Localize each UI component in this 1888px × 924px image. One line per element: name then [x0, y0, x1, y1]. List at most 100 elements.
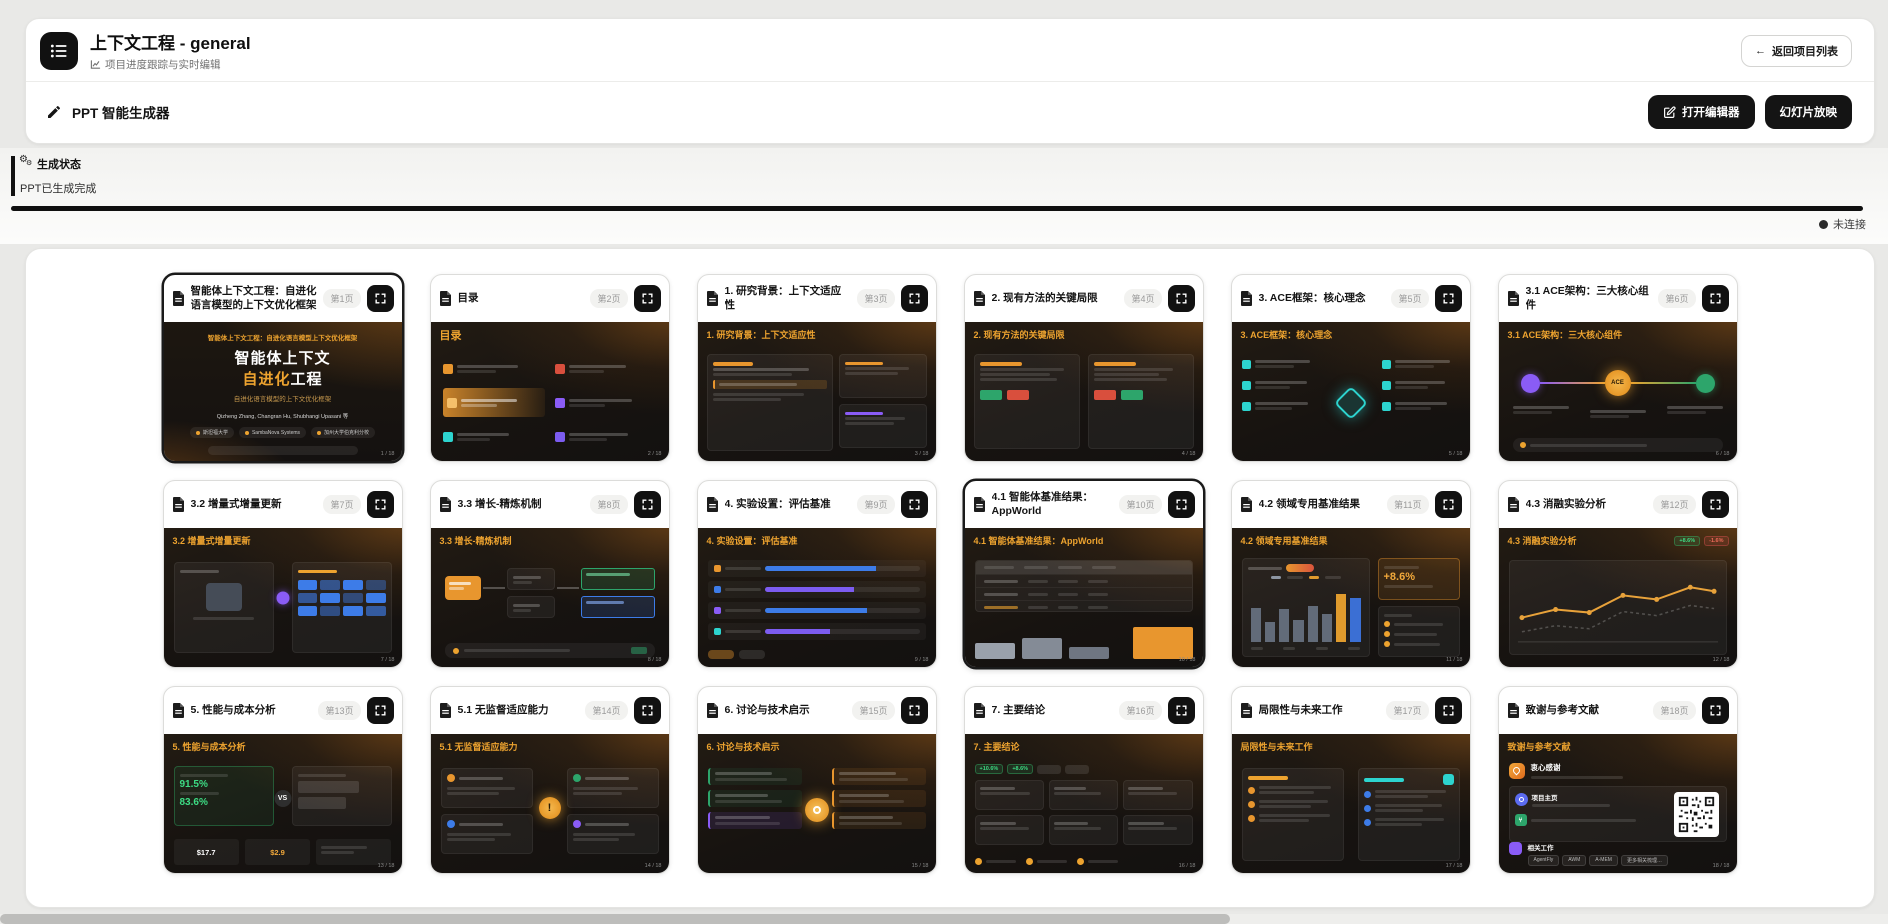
expand-button[interactable]: [1168, 697, 1195, 724]
positive-chip: +10.6%: [975, 764, 1004, 774]
slide-card-4[interactable]: 2. 现有方法的关键局限 第4页 2. 现有方法的关键局限: [964, 274, 1204, 462]
expand-button[interactable]: [1702, 285, 1729, 312]
expand-button[interactable]: [1435, 697, 1462, 724]
slide-card-10[interactable]: 4.1 智能体基准结果：AppWorld 第10页 4.1 智能体基准结果：Ap…: [964, 480, 1204, 668]
slide-card-5[interactable]: 3. ACE框架：核心理念 第5页 3. ACE框架：核心理念 5 / 18: [1231, 274, 1471, 462]
slide-card-17[interactable]: 局限性与未来工作 第17页 局限性与未来工作 17 / 18: [1231, 686, 1471, 874]
slide-thumbnail[interactable]: 致谢与参考文献 衷心感谢 项目主页 ⑂: [1499, 734, 1737, 873]
slideshow-button[interactable]: 幻灯片放映: [1765, 95, 1853, 129]
slide-card-header: 4.3 消融实验分析 第12页: [1499, 481, 1737, 528]
slide-card-header: 4. 实验设置：评估基准 第9页: [698, 481, 936, 528]
slide-card-6[interactable]: 3.1 ACE架构：三大核心组件 第6页 3.1 ACE架构：三大核心组件 AC…: [1498, 274, 1738, 462]
decor-block: [298, 797, 346, 809]
slide-thumbnail[interactable]: 目录 2 / 18: [431, 322, 669, 461]
decor-chip: [1037, 765, 1061, 774]
scrollbar-thumb[interactable]: [0, 914, 1230, 924]
decor-chip-row: [708, 650, 765, 659]
decor-panel: [1378, 606, 1460, 657]
slide-thumbnail[interactable]: 4. 实验设置：评估基准 9 / 18: [698, 528, 936, 667]
expand-button[interactable]: [1168, 491, 1195, 518]
decor-icon: [1382, 381, 1391, 390]
slide-card-3[interactable]: 1. 研究背景：上下文适应性 第3页 1. 研究背景：上下文适应性: [697, 274, 937, 462]
conclusion-chips: +10.6% +8.6%: [975, 764, 1090, 774]
fullscreen-icon: [908, 292, 921, 305]
decor-list: [1242, 358, 1320, 412]
slide-thumbnail[interactable]: 6. 讨论与技术启示 15 / 18: [698, 734, 936, 873]
benchmark-list: [708, 560, 926, 640]
slide-thumbnail[interactable]: 5. 性能与成本分析 91.5% 83.6% VS $17.7 $2.9 13 …: [164, 734, 402, 873]
decor-bar: [715, 816, 771, 819]
slide-card-11[interactable]: 4.2 领域专用基准结果 第11页 4.2 领域专用基准结果: [1231, 480, 1471, 668]
slides-grid: 智能体上下文工程：自进化语言模型的上下文优化框架 第1页 智能体上下文工程：自进…: [26, 249, 1874, 874]
slide-card-2[interactable]: 目录 第2页 目录 2 / 18: [430, 274, 670, 462]
slide-card-16[interactable]: 7. 主要结论 第16页 7. 主要结论 +10.6% +8.6%: [964, 686, 1204, 874]
decor-row: [1242, 400, 1320, 412]
decor-bar: [1024, 566, 1048, 569]
fullscreen-icon: [1175, 704, 1188, 717]
metric-value: +8.6%: [1384, 571, 1454, 583]
slide-card-8[interactable]: 3.3 增长-精炼机制 第8页 3.3 增长-精炼机制 8 / 18: [430, 480, 670, 668]
expand-button[interactable]: [901, 491, 928, 518]
slide-card-9[interactable]: 4. 实验设置：评估基准 第9页 4. 实验设置：评估基准 9 / 18: [697, 480, 937, 668]
expand-button[interactable]: [634, 491, 661, 518]
expand-button[interactable]: [1702, 697, 1729, 724]
expand-button[interactable]: [367, 491, 394, 518]
slide-thumbnail[interactable]: 局限性与未来工作 17 / 18: [1232, 734, 1470, 873]
toc-item-highlighted: [443, 388, 545, 417]
legend-swatch: [1309, 576, 1319, 579]
decor-bar: [1259, 800, 1329, 803]
slide-thumbnail[interactable]: 7. 主要结论 +10.6% +8.6% 16 / 18: [965, 734, 1203, 873]
slide-card-13[interactable]: 5. 性能与成本分析 第13页 5. 性能与成本分析 91.5% 83.6% V…: [163, 686, 403, 874]
slide-card-14[interactable]: 5.1 无监督适应能力 第14页 5.1 无监督适应能力 ! 14 / 18: [430, 686, 670, 874]
slide-thumbnail[interactable]: 4.1 智能体基准结果：AppWorld 10 / 18: [965, 528, 1203, 667]
decor-bar: [1384, 566, 1419, 569]
slide-thumbnail[interactable]: 3. ACE框架：核心理念 5 / 18: [1232, 322, 1470, 461]
slide-thumbnail[interactable]: 5.1 无监督适应能力 ! 14 / 18: [431, 734, 669, 873]
expand-button[interactable]: [634, 285, 661, 312]
slide-thumbnail[interactable]: 2. 现有方法的关键局限 4: [965, 322, 1203, 461]
slide-card-15[interactable]: 6. 讨论与技术启示 第15页 6. 讨论与技术启示 15 / 18: [697, 686, 937, 874]
expand-button[interactable]: [1435, 491, 1462, 518]
slide-thumbnail[interactable]: 3.3 增长-精炼机制 8 / 18: [431, 528, 669, 667]
slide-card-1[interactable]: 智能体上下文工程：自进化语言模型的上下文优化框架 第1页 智能体上下文工程：自进…: [163, 274, 403, 462]
expand-button[interactable]: [634, 697, 661, 724]
decor-bar: [1287, 576, 1303, 579]
fullscreen-icon: [641, 704, 654, 717]
decor-bar: [1590, 410, 1646, 413]
expand-button[interactable]: [367, 285, 394, 312]
toc-item: [443, 356, 545, 381]
thumb-pager: 13 / 18: [378, 863, 395, 869]
slide-card-header: 4.2 领域专用基准结果 第11页: [1232, 481, 1470, 528]
slide-thumbnail[interactable]: 4.3 消融实验分析 +8.6% -1.6% 12 / 18: [1499, 528, 1737, 667]
slide-thumbnail[interactable]: 4.2 领域专用基准结果: [1232, 528, 1470, 667]
decor-bar: [984, 566, 1014, 569]
slide-card-18[interactable]: 致谢与参考文献 第18页 致谢与参考文献 衷心感谢 项目主页: [1498, 686, 1738, 874]
slide-thumbnail[interactable]: 3.2 增量式增量更新 7 / 18: [164, 528, 402, 667]
table-row: [976, 587, 1192, 600]
org-label: 加州大学伯克利分校: [324, 429, 369, 436]
slide-thumbnail[interactable]: 智能体上下文工程：自进化语言模型上下文优化框架 智能体上下文 自进化工程 自进化…: [164, 322, 402, 461]
slide-card-header: 7. 主要结论 第16页: [965, 687, 1203, 734]
thumb-pager: 6 / 18: [1716, 451, 1730, 457]
slide-thumbnail[interactable]: 3.1 ACE架构：三大核心组件 ACE 6 / 18: [1499, 322, 1737, 461]
expand-button[interactable]: [367, 697, 394, 724]
open-editor-button[interactable]: 打开编辑器: [1648, 95, 1755, 129]
expand-button[interactable]: [901, 697, 928, 724]
chart-icon: [90, 59, 101, 70]
slide-title: 3. ACE框架：核心理念: [1259, 292, 1386, 305]
decor-panel: [567, 768, 659, 808]
slide-card-12[interactable]: 4.3 消融实验分析 第12页 4.3 消融实验分析 +8.6% -1.6% 1…: [1498, 480, 1738, 668]
slide-card-7[interactable]: 3.2 增量式增量更新 第7页 3.2 增量式增量更新 7 / 18: [163, 480, 403, 668]
expand-button[interactable]: [901, 285, 928, 312]
expand-button[interactable]: [1702, 491, 1729, 518]
back-to-projects-button[interactable]: ← 返回项目列表: [1741, 35, 1852, 67]
decor-dot: [975, 858, 982, 865]
decor-bar: [839, 816, 893, 819]
slide-thumbnail[interactable]: 1. 研究背景：上下文适应性 3 / 18: [698, 322, 936, 461]
pencil-icon: [46, 104, 62, 120]
slide-title: 5. 性能与成本分析: [191, 704, 313, 717]
chart-bar: [1293, 620, 1303, 642]
expand-button[interactable]: [1435, 285, 1462, 312]
decor-icon: [555, 432, 565, 442]
expand-button[interactable]: [1168, 285, 1195, 312]
